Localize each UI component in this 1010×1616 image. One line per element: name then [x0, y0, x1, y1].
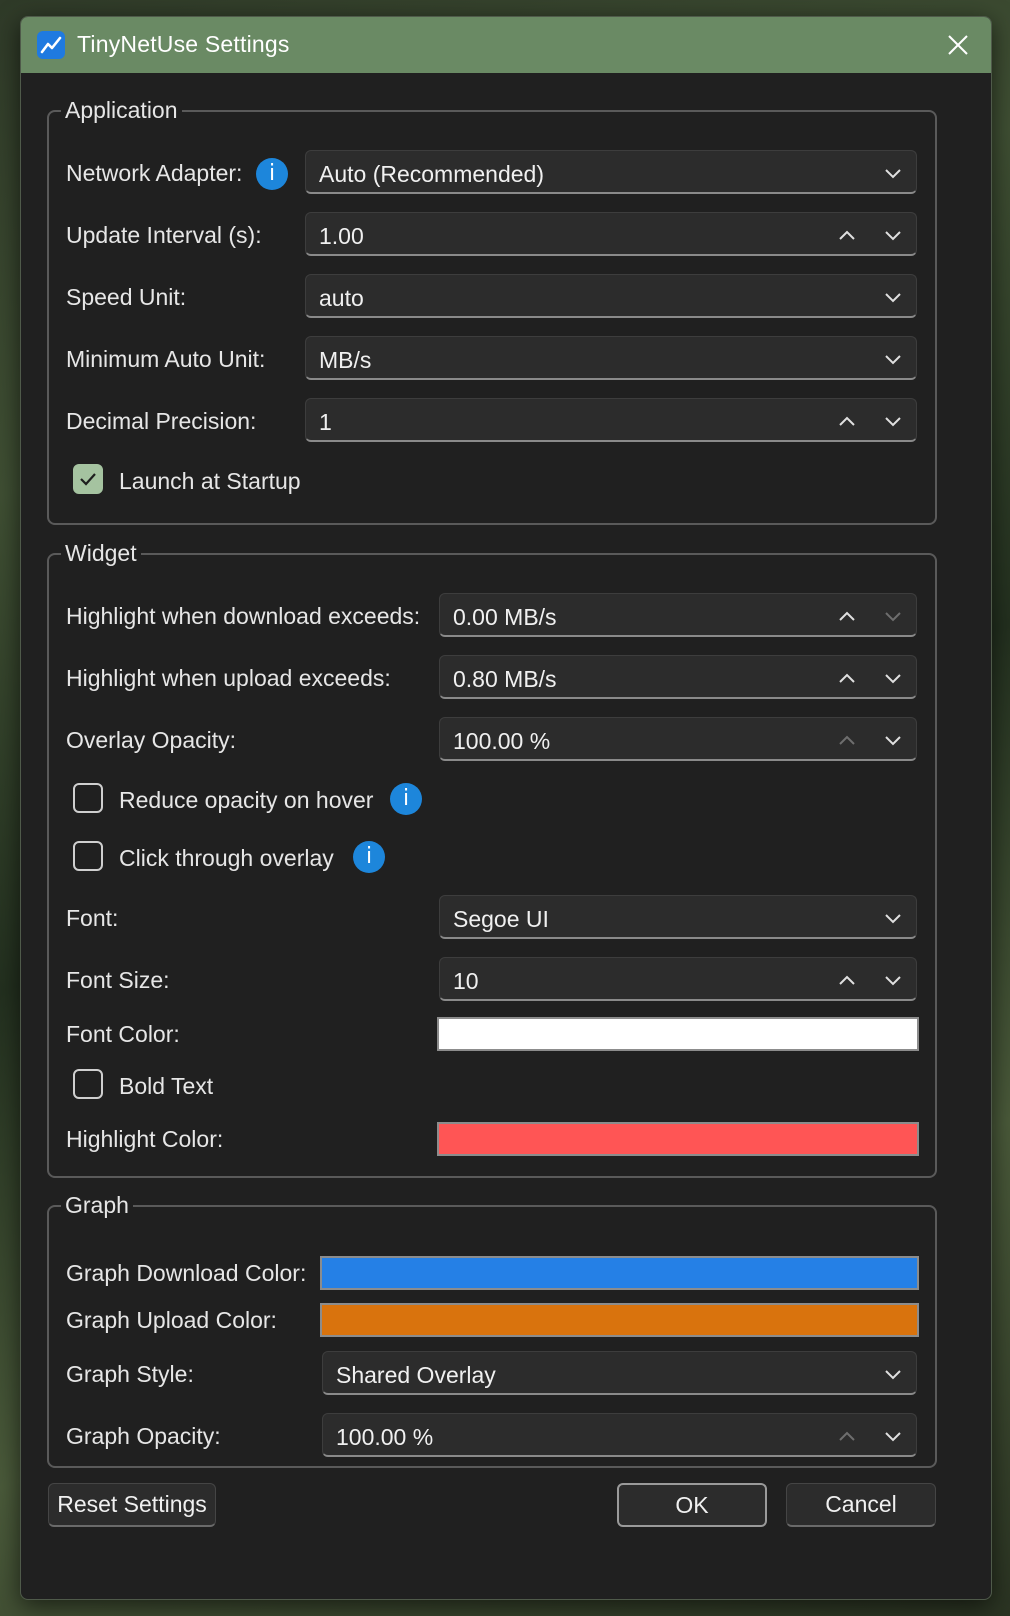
- decimal-precision-value: 1: [319, 409, 332, 435]
- overlay-opacity-label: Overlay Opacity:: [66, 727, 236, 753]
- font-label: Font:: [66, 905, 119, 931]
- speed-unit-label: Speed Unit:: [66, 284, 187, 310]
- min-auto-unit-dropdown[interactable]: MB/s: [305, 336, 917, 380]
- close-button[interactable]: [925, 17, 991, 73]
- speed-unit-value: auto: [319, 285, 364, 311]
- font-size-label: Font Size:: [66, 967, 170, 993]
- chevron-down-icon: [885, 1370, 901, 1380]
- graph-style-label: Graph Style:: [66, 1361, 194, 1387]
- reset-settings-button[interactable]: Reset Settings: [48, 1483, 216, 1527]
- bold-text-label[interactable]: Bold Text: [119, 1073, 213, 1100]
- close-icon: [948, 35, 968, 55]
- graph-group: Graph Graph Download Color: Graph Upload…: [47, 1192, 937, 1468]
- font-color-swatch[interactable]: [437, 1017, 919, 1051]
- graph-download-color-swatch[interactable]: [320, 1256, 919, 1290]
- chevron-up-icon[interactable]: [836, 410, 858, 432]
- graph-download-color-label: Graph Download Color:: [66, 1260, 307, 1286]
- graph-opacity-value: 100.00 %: [336, 1424, 434, 1450]
- reduce-opacity-hover-label[interactable]: Reduce opacity on hover: [119, 787, 373, 814]
- widget-group-title: Widget: [65, 540, 137, 566]
- click-through-label[interactable]: Click through overlay: [119, 845, 334, 872]
- highlight-color-label: Highlight Color:: [66, 1126, 224, 1152]
- network-adapter-label: Network Adapter:: [66, 160, 243, 186]
- update-interval-label: Update Interval (s):: [66, 222, 262, 248]
- info-icon[interactable]: i: [353, 841, 385, 873]
- settings-window: TinyNetUse Settings Application Network …: [20, 16, 992, 1600]
- graph-upload-color-label: Graph Upload Color:: [66, 1307, 277, 1333]
- chevron-down-icon[interactable]: [882, 224, 904, 246]
- speed-unit-dropdown[interactable]: auto: [305, 274, 917, 318]
- update-interval-value: 1.00: [319, 223, 364, 249]
- download-threshold-value: 0.00 MB/s: [453, 604, 557, 630]
- chevron-down-icon: [885, 612, 901, 622]
- download-threshold-spinbox[interactable]: 0.00 MB/s: [439, 593, 917, 637]
- graph-upload-color-swatch[interactable]: [320, 1303, 919, 1337]
- min-auto-unit-value: MB/s: [319, 347, 372, 373]
- chevron-up-icon[interactable]: [836, 667, 858, 689]
- click-through-checkbox[interactable]: [73, 841, 103, 871]
- font-color-label: Font Color:: [66, 1021, 180, 1047]
- chevron-up-icon[interactable]: [836, 224, 858, 246]
- launch-at-startup-checkbox[interactable]: [73, 464, 103, 494]
- chevron-down-icon[interactable]: [882, 1425, 904, 1447]
- chevron-down-icon[interactable]: [882, 410, 904, 432]
- chevron-up-icon: [839, 1431, 855, 1441]
- chevron-down-icon: [885, 355, 901, 365]
- chevron-down-icon[interactable]: [882, 667, 904, 689]
- info-icon[interactable]: i: [390, 783, 422, 815]
- chevron-up-icon: [839, 735, 855, 745]
- decimal-precision-label: Decimal Precision:: [66, 408, 257, 434]
- graph-opacity-label: Graph Opacity:: [66, 1423, 221, 1449]
- chevron-down-icon[interactable]: [882, 969, 904, 991]
- graph-style-dropdown[interactable]: Shared Overlay: [322, 1351, 917, 1395]
- network-adapter-value: Auto (Recommended): [319, 161, 544, 187]
- decimal-precision-spinbox[interactable]: 1: [305, 398, 917, 442]
- min-auto-unit-label: Minimum Auto Unit:: [66, 346, 266, 372]
- graph-group-title: Graph: [65, 1192, 129, 1218]
- checkmark-icon: [80, 473, 96, 486]
- application-group-title: Application: [65, 97, 178, 123]
- chevron-down-icon: [885, 169, 901, 179]
- chevron-up-icon[interactable]: [836, 969, 858, 991]
- font-dropdown[interactable]: Segoe UI: [439, 895, 917, 939]
- chevron-down-icon: [885, 914, 901, 924]
- network-adapter-dropdown[interactable]: Auto (Recommended): [305, 150, 917, 194]
- chevron-down-icon: [885, 293, 901, 303]
- chevron-up-icon[interactable]: [836, 605, 858, 627]
- chevron-down-icon[interactable]: [882, 729, 904, 751]
- upload-threshold-label: Highlight when upload exceeds:: [66, 665, 391, 691]
- window-title: TinyNetUse Settings: [77, 31, 290, 57]
- font-size-spinbox[interactable]: 10: [439, 957, 917, 1001]
- bold-text-checkbox[interactable]: [73, 1069, 103, 1099]
- launch-at-startup-label[interactable]: Launch at Startup: [119, 468, 301, 495]
- graph-opacity-spinbox[interactable]: 100.00 %: [322, 1413, 917, 1457]
- reduce-opacity-hover-checkbox[interactable]: [73, 783, 103, 813]
- graph-style-value: Shared Overlay: [336, 1362, 496, 1388]
- ok-button[interactable]: OK: [617, 1483, 767, 1527]
- upload-threshold-spinbox[interactable]: 0.80 MB/s: [439, 655, 917, 699]
- overlay-opacity-value: 100.00 %: [453, 728, 551, 754]
- update-interval-spinbox[interactable]: 1.00: [305, 212, 917, 256]
- font-value: Segoe UI: [453, 906, 549, 932]
- upload-threshold-value: 0.80 MB/s: [453, 666, 557, 692]
- title-bar[interactable]: TinyNetUse Settings: [21, 17, 991, 73]
- font-size-value: 10: [453, 968, 479, 994]
- cancel-button[interactable]: Cancel: [786, 1483, 936, 1527]
- highlight-color-swatch[interactable]: [437, 1122, 919, 1156]
- download-threshold-label: Highlight when download exceeds:: [66, 603, 421, 629]
- widget-group: Widget Highlight when download exceeds: …: [47, 540, 937, 1178]
- chart-line-icon: [37, 31, 65, 59]
- overlay-opacity-spinbox[interactable]: 100.00 %: [439, 717, 917, 761]
- info-icon[interactable]: i: [256, 158, 288, 190]
- application-group: Application Network Adapter: i Auto (Rec…: [47, 97, 937, 525]
